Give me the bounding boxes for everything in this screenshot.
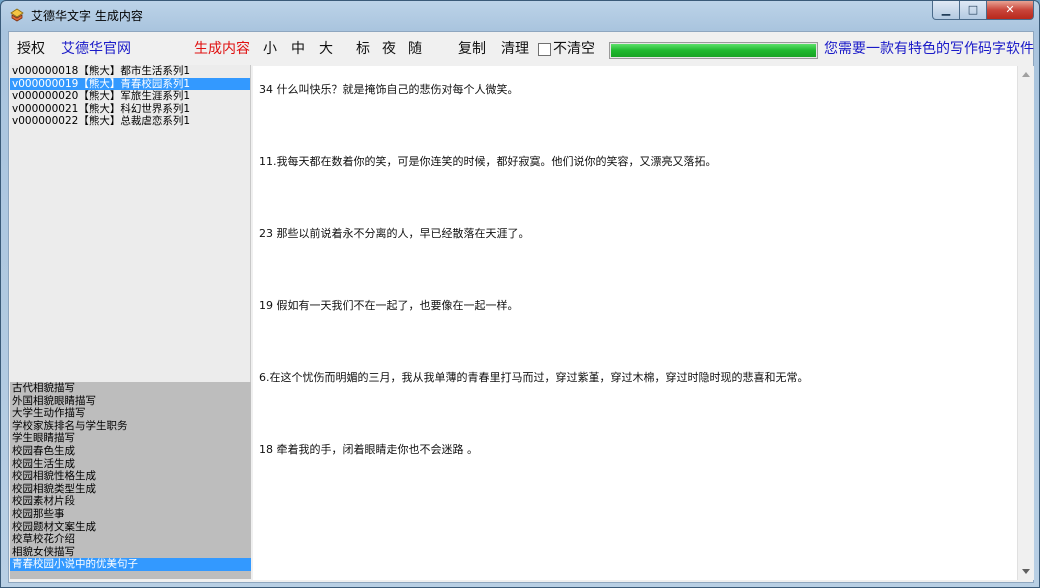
list-item[interactable]: 校园素材片段 — [10, 495, 251, 508]
copy-button[interactable]: 复制 — [458, 41, 486, 57]
style-night-button[interactable]: 夜 — [382, 41, 396, 57]
progress-bar — [609, 42, 818, 59]
list-item[interactable]: 大学生动作描写 — [10, 407, 251, 420]
series-list[interactable]: v000000018【熊大】都市生活系列1 v000000019【熊大】青春校园系… — [10, 65, 251, 382]
list-item[interactable]: 校园生活生成 — [10, 458, 251, 471]
app-icon — [10, 8, 24, 22]
clear-button[interactable]: 清理 — [501, 41, 529, 57]
font-medium-button[interactable]: 中 — [291, 41, 305, 57]
app-window: 艾德华文字 生成内容 ▁ □ ✕ 授权 艾德华官网 生成内容 小 中 大 标 夜… — [0, 0, 1040, 588]
list-item[interactable]: v000000018【熊大】都市生活系列1 — [10, 65, 250, 78]
toolbar: 授权 艾德华官网 生成内容 小 中 大 标 夜 随 复制 清理 不清空 您需要一… — [9, 32, 1034, 65]
list-item[interactable]: 学校家族排名与学生职务 — [10, 420, 251, 433]
list-item[interactable]: 校园题材文案生成 — [10, 521, 251, 534]
list-item[interactable]: v000000022【熊大】总裁虐恋系列1 — [10, 115, 250, 128]
list-item[interactable]: 青春校园小说中的优美句子 — [10, 558, 251, 571]
list-item[interactable]: 校草校花介绍 — [10, 533, 251, 546]
list-item[interactable]: v000000021【熊大】科幻世界系列1 — [10, 103, 250, 116]
style-random-button[interactable]: 随 — [408, 41, 422, 57]
content-paragraph: 18 牵着我的手，闭着眼睛走你也不会迷路 。 — [259, 443, 478, 456]
window-title: 艾德华文字 生成内容 — [31, 9, 143, 23]
progress-fill — [611, 44, 816, 57]
list-item[interactable]: 校园相貌类型生成 — [10, 483, 251, 496]
auth-button[interactable]: 授权 — [17, 41, 45, 57]
font-large-button[interactable]: 大 — [319, 41, 333, 57]
category-list[interactable]: 古代相貌描写 外国相貌眼睛描写 大学生动作描写 学校家族排名与学生职务 学生眼睛描写 校园… — [10, 382, 251, 579]
list-item[interactable]: 校园那些事 — [10, 508, 251, 521]
scroll-up-arrow-icon[interactable] — [1022, 72, 1030, 77]
list-item[interactable]: 外国相貌眼睛描写 — [10, 395, 251, 408]
vertical-scrollbar[interactable] — [1017, 66, 1034, 580]
list-item[interactable]: 校园春色生成 — [10, 445, 251, 458]
content-paragraph: 6.在这个忧伤而明媚的三月，我从我单薄的青春里打马而过，穿过紫堇，穿过木棉，穿过… — [259, 371, 809, 384]
content-paragraph: 23 那些以前说着永不分离的人，早已经散落在天涯了。 — [259, 227, 530, 240]
generate-button[interactable]: 生成内容 — [194, 41, 250, 57]
font-small-button[interactable]: 小 — [263, 41, 277, 57]
no-clear-label[interactable]: 不清空 — [553, 41, 595, 57]
content-paragraph: 34 什么叫快乐？就是掩饰自己的悲伤对每个人微笑。 — [259, 83, 519, 96]
content-paragraph: 19 假如有一天我们不在一起了，也要像在一起一样。 — [259, 299, 519, 312]
list-item[interactable]: 校园相貌性格生成 — [10, 470, 251, 483]
no-clear-checkbox[interactable] — [538, 43, 551, 56]
list-item[interactable]: v000000020【熊大】军旅生涯系列1 — [10, 90, 250, 103]
promo-link[interactable]: 您需要一款有特色的写作码字软件 — [824, 41, 1034, 57]
title-bar[interactable]: 艾德华文字 生成内容 ▁ □ ✕ — [1, 1, 1039, 29]
content-text-area[interactable]: 34 什么叫快乐？就是掩饰自己的悲伤对每个人微笑。 11.我每天都在数着你的笑，可… — [253, 66, 1017, 580]
list-item[interactable]: 古代相貌描写 — [10, 382, 251, 395]
maximize-button[interactable]: □ — [959, 1, 987, 20]
minimize-button[interactable]: ▁ — [932, 1, 960, 20]
list-item[interactable]: 相貌女侠描写 — [10, 546, 251, 559]
list-item[interactable]: 学生眼睛描写 — [10, 432, 251, 445]
list-item[interactable]: v000000019【熊大】青春校园系列1 — [10, 77, 250, 91]
client-area: 授权 艾德华官网 生成内容 小 中 大 标 夜 随 复制 清理 不清空 您需要一… — [8, 31, 1034, 583]
close-button[interactable]: ✕ — [986, 1, 1034, 20]
style-standard-button[interactable]: 标 — [356, 41, 370, 57]
website-link[interactable]: 艾德华官网 — [61, 41, 131, 57]
content-paragraph: 11.我每天都在数着你的笑，可是你连笑的时候，都好寂寞。他们说你的笑容，又漂亮又… — [259, 155, 717, 168]
scroll-down-arrow-icon[interactable] — [1022, 569, 1030, 574]
